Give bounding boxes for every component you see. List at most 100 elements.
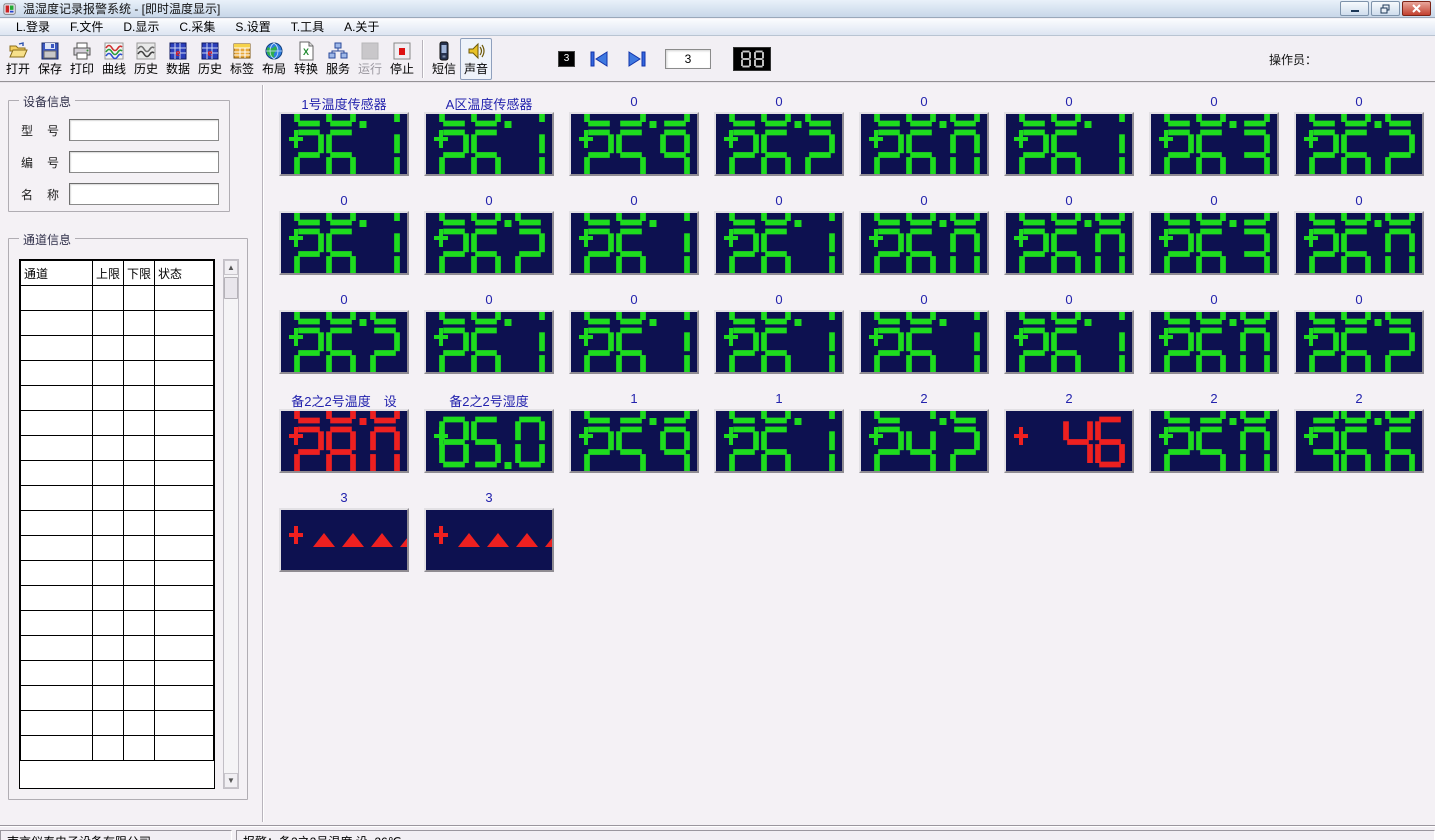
open-button[interactable]: 打开 (2, 38, 34, 80)
channel-table-scrollbar[interactable]: ▲ ▼ (223, 259, 239, 789)
menu-item-login[interactable]: L.登录 (6, 17, 60, 37)
stop-button[interactable]: 停止 (386, 38, 418, 80)
led-digits (292, 128, 400, 176)
sms-button[interactable]: 短信 (428, 38, 460, 80)
led-panel-r4c4[interactable] (714, 409, 844, 473)
scrollbar-thumb[interactable] (224, 277, 238, 299)
led-panel-r3c4[interactable] (714, 310, 844, 374)
led-panel-r4c2[interactable] (424, 409, 554, 473)
led-digits-upper-fragment (872, 310, 980, 326)
led-digits (872, 425, 980, 473)
menu-item-settings[interactable]: S.设置 (225, 17, 280, 37)
led-panel-r1c8[interactable] (1294, 112, 1424, 176)
led-cell-r4c8: 2 (1294, 391, 1424, 473)
channel-table-cell (155, 336, 214, 361)
channel-table-cell (93, 486, 124, 511)
channel-table-cell (93, 311, 124, 336)
restore-button[interactable] (1371, 1, 1400, 16)
led-panel-label: 2 (1149, 391, 1279, 409)
close-button[interactable] (1402, 1, 1431, 16)
led-panel-r1c1[interactable] (279, 112, 409, 176)
minimize-button[interactable] (1340, 1, 1369, 16)
led-panel-r4c5[interactable] (859, 409, 989, 473)
led-panel-r3c1[interactable] (279, 310, 409, 374)
channel-table-row (21, 486, 214, 511)
led-panel-r3c2[interactable] (424, 310, 554, 374)
number-field[interactable] (69, 151, 219, 173)
led-panel-r3c3[interactable] (569, 310, 699, 374)
led-cell-r2c6: 0 (1004, 193, 1134, 275)
service-button[interactable]: 服务 (322, 38, 354, 80)
led-panel-r2c1[interactable] (279, 211, 409, 275)
led-cell-r2c3: 0 (569, 193, 699, 275)
led-panel-r2c6[interactable] (1004, 211, 1134, 275)
led-panel-r1c7[interactable] (1149, 112, 1279, 176)
led-panel-r1c2[interactable] (424, 112, 554, 176)
led-panel-r2c4[interactable] (714, 211, 844, 275)
menu-item-display[interactable]: D.显示 (113, 17, 169, 37)
led-panel-r1c4[interactable] (714, 112, 844, 176)
led-panel-r4c6[interactable] (1004, 409, 1134, 473)
led-panel-r2c5[interactable] (859, 211, 989, 275)
led-digits-upper-fragment (582, 211, 690, 227)
history1-button[interactable]: 历史 (130, 38, 162, 80)
led-digits-upper-fragment (292, 310, 400, 326)
led-panel-r1c3[interactable] (569, 112, 699, 176)
scroll-down-icon[interactable]: ▼ (224, 773, 238, 788)
menu-item-tools[interactable]: T.工具 (281, 17, 334, 37)
led-panel-r3c7[interactable] (1149, 310, 1279, 374)
channel-table-cell (155, 286, 214, 311)
channel-table-row (21, 611, 214, 636)
data-button[interactable]: e数据 (162, 38, 194, 80)
layout-button[interactable]: 布局 (258, 38, 290, 80)
toolbar-button-label: 运行 (358, 61, 382, 77)
model-field[interactable] (69, 119, 219, 141)
led-panel-r4c1[interactable] (279, 409, 409, 473)
led-panel-r1c6[interactable] (1004, 112, 1134, 176)
led-panel-r4c7[interactable] (1149, 409, 1279, 473)
led-panel-r5c2[interactable] (424, 508, 554, 572)
history2-button[interactable]: e历史 (194, 38, 226, 80)
menu-item-file[interactable]: F.文件 (60, 17, 113, 37)
save-button[interactable]: 保存 (34, 38, 66, 80)
page-input[interactable] (665, 49, 711, 69)
led-panel-r3c8[interactable] (1294, 310, 1424, 374)
led-panel-r2c8[interactable] (1294, 211, 1424, 275)
led-panel-r4c3[interactable] (569, 409, 699, 473)
label-button[interactable]: 标签 (226, 38, 258, 80)
toolbar-button-label: 历史 (134, 61, 158, 77)
alarm-triangle-icon (516, 533, 538, 547)
curve-button[interactable]: 曲线 (98, 38, 130, 80)
sound-button[interactable]: 声音 (460, 38, 492, 80)
led-digits-upper-fragment (727, 409, 835, 425)
next-page-button[interactable] (625, 50, 647, 68)
menu-item-collect[interactable]: C.采集 (169, 17, 225, 37)
channel-table-row (21, 711, 214, 736)
prev-page-button[interactable] (589, 50, 611, 68)
print-button[interactable]: 打印 (66, 38, 98, 80)
led-panel-r3c5[interactable] (859, 310, 989, 374)
led-digits-upper-fragment (437, 310, 545, 326)
led-panel-label: 0 (1294, 193, 1424, 211)
menu-item-about[interactable]: A.关于 (334, 17, 389, 37)
convert-button[interactable]: X转换 (290, 38, 322, 80)
led-panel-r1c5[interactable] (859, 112, 989, 176)
led-panel-r5c1[interactable] (279, 508, 409, 572)
led-panel-r2c7[interactable] (1149, 211, 1279, 275)
led-digits (1017, 326, 1125, 374)
toolbar-button-label: 布局 (262, 61, 286, 77)
led-panel-r2c3[interactable] (569, 211, 699, 275)
led-panel-r3c6[interactable] (1004, 310, 1134, 374)
channel-table-cell (93, 711, 124, 736)
page-badge: 3 (558, 51, 575, 67)
led-digits (292, 326, 400, 374)
scroll-up-icon[interactable]: ▲ (224, 260, 238, 275)
channel-table-cell (93, 411, 124, 436)
led-cell-r4c3: 1 (569, 391, 699, 473)
led-panel-label: 0 (1149, 94, 1279, 112)
led-panel-r4c8[interactable] (1294, 409, 1424, 473)
curve-color-icon (104, 41, 124, 61)
led-panel-r2c2[interactable] (424, 211, 554, 275)
led-panel-label: 1号温度传感器 (279, 94, 409, 112)
name-field[interactable] (69, 183, 219, 205)
